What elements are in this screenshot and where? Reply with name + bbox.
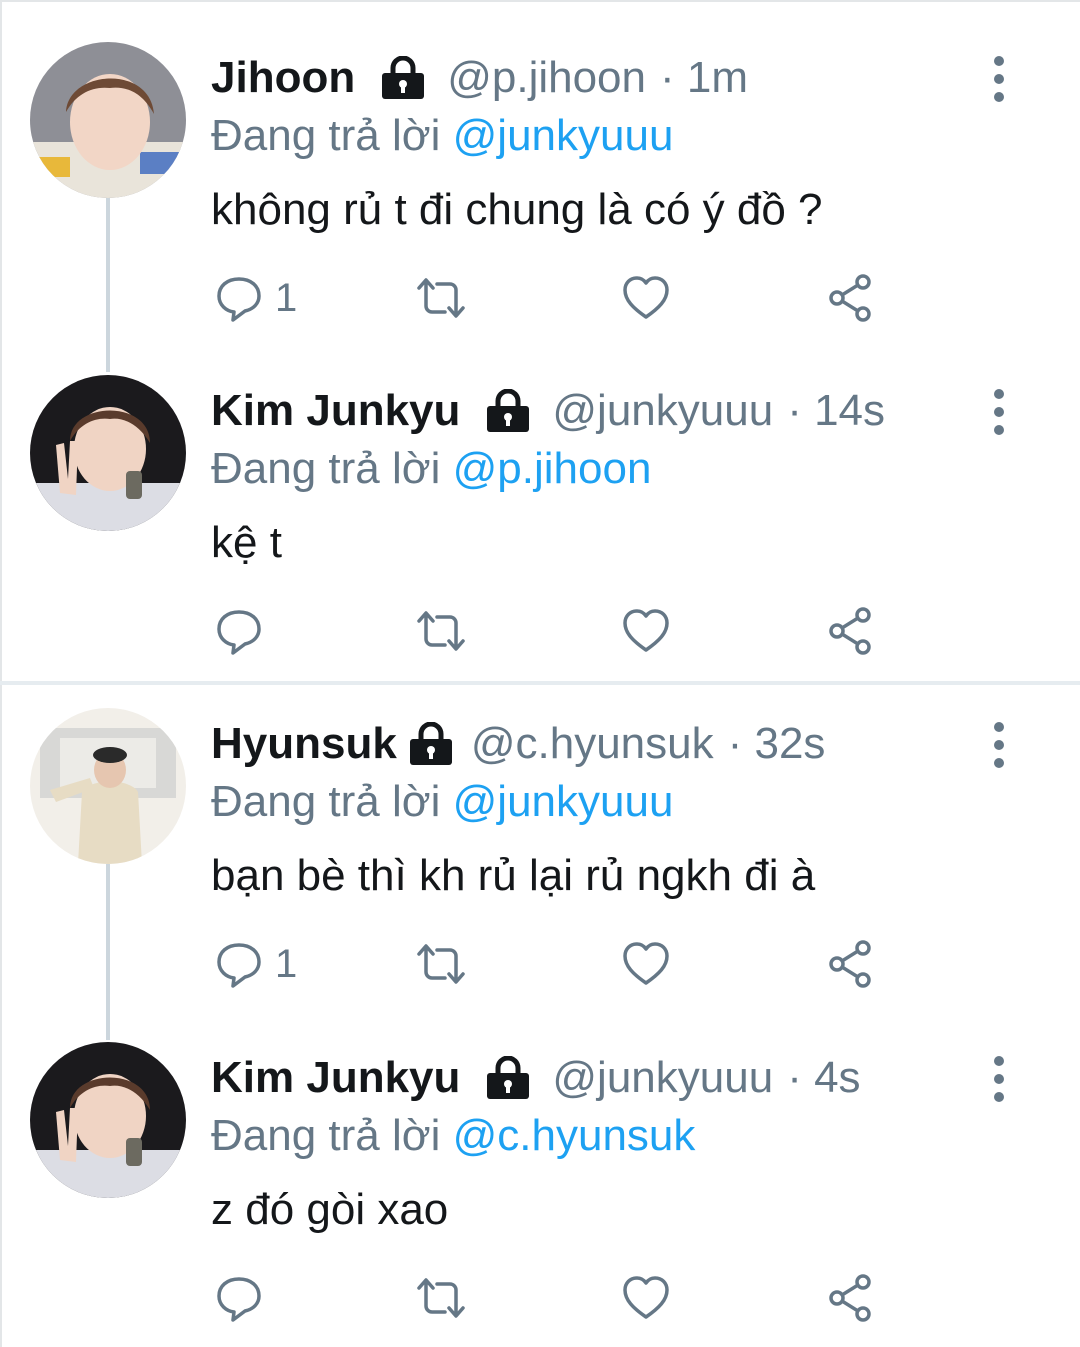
user-handle[interactable]: @p.jihoon (447, 48, 646, 108)
reply-icon (215, 274, 263, 322)
display-name[interactable]: Kim Junkyu (211, 381, 460, 441)
like-icon (621, 941, 671, 987)
replying-label: Đang trả lời (211, 1111, 441, 1160)
mention-link[interactable]: @p.jihoon (453, 444, 652, 493)
tweet-actions: 1 (211, 270, 891, 326)
tweet-header: Kim Junkyu @junkyuuu · 14s (211, 381, 885, 441)
replying-label: Đang trả lời (211, 111, 441, 160)
avatar[interactable] (30, 42, 186, 198)
retweet-icon (413, 274, 469, 322)
display-name[interactable]: Hyunsuk (211, 714, 397, 774)
avatar[interactable] (30, 1042, 186, 1198)
more-icon[interactable] (984, 1054, 1014, 1104)
timestamp[interactable]: · 1m (660, 48, 748, 108)
share-icon (825, 606, 875, 656)
reply-button[interactable] (215, 1270, 275, 1326)
retweet-icon (413, 607, 469, 655)
replying-to: Đang trả lời @c.hyunsuk (211, 1106, 695, 1166)
like-button[interactable] (621, 1270, 671, 1326)
tweet-text: không rủ t đi chung là có ý đồ ? (211, 185, 823, 234)
share-button[interactable] (825, 1270, 875, 1326)
share-icon (825, 273, 875, 323)
tweet-actions: 1 (211, 936, 891, 992)
more-icon[interactable] (984, 387, 1014, 437)
share-icon (825, 1273, 875, 1323)
tweet-header: Hyunsuk @c.hyunsuk · 32s (211, 714, 825, 774)
replying-label: Đang trả lời (211, 777, 441, 826)
lock-icon (379, 56, 427, 100)
reply-button[interactable] (215, 603, 275, 659)
avatar[interactable] (30, 708, 186, 864)
retweet-button[interactable] (413, 270, 469, 326)
timestamp[interactable]: · 14s (787, 381, 885, 441)
user-handle[interactable]: @junkyuuu (552, 381, 773, 441)
left-border (0, 0, 2, 1347)
retweet-button[interactable] (413, 936, 469, 992)
lock-icon (407, 722, 455, 766)
top-border (0, 0, 1080, 2)
tweet-header: Kim Junkyu @junkyuuu · 4s (211, 1048, 861, 1108)
lock-icon (484, 389, 532, 433)
like-button[interactable] (621, 603, 671, 659)
reply-icon (215, 607, 263, 655)
reply-count: 1 (275, 275, 298, 320)
thread-line (106, 198, 110, 372)
like-icon (621, 275, 671, 321)
tweet-actions (211, 1270, 891, 1326)
like-icon (621, 1275, 671, 1321)
more-icon[interactable] (984, 54, 1014, 104)
reply-button[interactable]: 1 (215, 270, 297, 326)
tweet-header: Jihoon @p.jihoon · 1m (211, 48, 748, 108)
replying-label: Đang trả lời (211, 444, 441, 493)
retweet-icon (413, 1274, 469, 1322)
share-button[interactable] (825, 603, 875, 659)
thread-divider (0, 681, 1080, 685)
lock-icon (484, 1056, 532, 1100)
timestamp[interactable]: · 32s (728, 714, 826, 774)
replying-to: Đang trả lời @junkyuuu (211, 106, 673, 166)
tweet-text: kệ t (211, 518, 282, 567)
like-button[interactable] (621, 936, 671, 992)
tweet-actions (211, 603, 891, 659)
display-name[interactable]: Jihoon (211, 48, 355, 108)
user-handle[interactable]: @junkyuuu (552, 1048, 773, 1108)
retweet-icon (413, 940, 469, 988)
avatar[interactable] (30, 375, 186, 531)
reply-count: 1 (275, 941, 298, 986)
like-button[interactable] (621, 270, 671, 326)
reply-icon (215, 940, 263, 988)
mention-link[interactable]: @junkyuuu (453, 777, 674, 826)
tweet-text: z đó gòi xao (211, 1185, 449, 1234)
mention-link[interactable]: @junkyuuu (453, 111, 674, 160)
retweet-button[interactable] (413, 1270, 469, 1326)
more-icon[interactable] (984, 720, 1014, 770)
user-handle[interactable]: @c.hyunsuk (471, 714, 714, 774)
share-button[interactable] (825, 270, 875, 326)
retweet-button[interactable] (413, 603, 469, 659)
thread-line (106, 864, 110, 1040)
tweet-text: bạn bè thì kh rủ lại rủ ngkh đi à (211, 851, 816, 900)
share-icon (825, 939, 875, 989)
reply-button[interactable]: 1 (215, 936, 297, 992)
share-button[interactable] (825, 936, 875, 992)
replying-to: Đang trả lời @p.jihoon (211, 439, 651, 499)
display-name[interactable]: Kim Junkyu (211, 1048, 460, 1108)
timestamp[interactable]: · 4s (787, 1048, 860, 1108)
reply-icon (215, 1274, 263, 1322)
mention-link[interactable]: @c.hyunsuk (453, 1111, 696, 1160)
like-icon (621, 608, 671, 654)
replying-to: Đang trả lời @junkyuuu (211, 772, 673, 832)
